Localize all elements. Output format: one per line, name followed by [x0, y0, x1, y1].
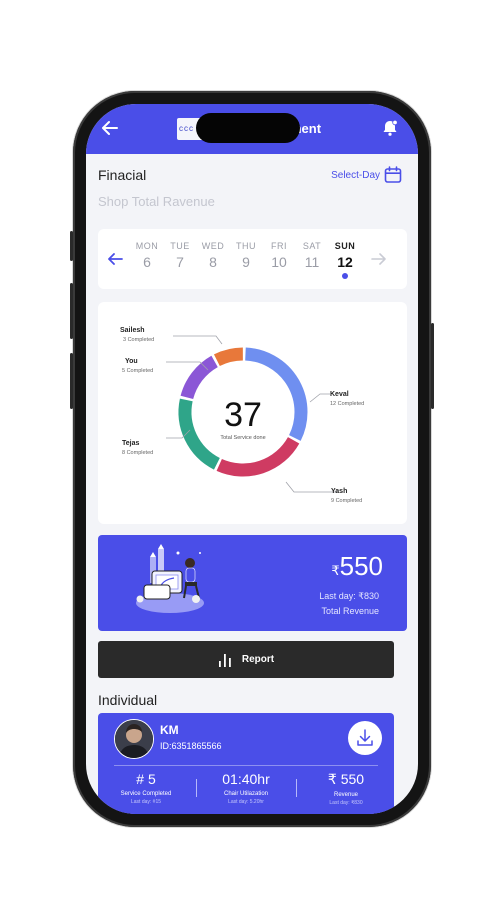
donut-segment-sailesh: [213, 347, 244, 367]
donut-segment-tejas: [178, 398, 221, 470]
individual-heading: Individual: [98, 692, 158, 708]
label-keval-count: 12 Completed: [330, 401, 364, 407]
day-date: 9: [242, 254, 250, 270]
callout-line-sailesh: [173, 335, 223, 345]
app-screen: ccc ment Finacial Select-Day Shop Total …: [86, 104, 418, 814]
total-service-label: Total Service done: [220, 435, 265, 441]
label-keval-name: Keval: [330, 391, 349, 398]
revenue-illustration: [136, 544, 204, 613]
stat-chair-utilization: 01:40hr Chair Utilazation Last day: 5.20…: [198, 771, 294, 805]
total-service-count: 37: [224, 396, 262, 434]
download-icon: [357, 729, 373, 746]
shop-revenue-subtitle: Shop Total Ravenue: [98, 194, 215, 209]
label-you-name: You: [125, 358, 138, 365]
day-mon[interactable]: MON 6: [132, 241, 162, 270]
day-sat[interactable]: SAT 11: [297, 241, 327, 270]
label-sailesh-count: 3 Completed: [123, 337, 154, 343]
stat-value: 01:40hr: [222, 771, 270, 787]
day-date: 12: [337, 254, 353, 270]
prev-week-arrow-icon[interactable]: [106, 251, 124, 267]
stat-sub: Last day: 5.20hr: [228, 799, 264, 805]
next-week-arrow-icon[interactable]: [370, 251, 388, 267]
bar-chart-icon: [218, 653, 231, 667]
day-thu[interactable]: THU 9: [231, 241, 261, 270]
day-wed[interactable]: WED 8: [198, 241, 228, 270]
day-name: FRI: [271, 241, 287, 251]
phone-frame: ccc ment Finacial Select-Day Shop Total …: [70, 91, 434, 827]
stat-sub: Last day: #15: [130, 799, 162, 805]
staff-id: ID:6351865566: [160, 741, 222, 751]
volume-down-button: [70, 353, 73, 409]
stat-value: # 5: [136, 771, 156, 787]
label-you-count: 5 Completed: [122, 368, 153, 374]
label-yash-name: Yash: [331, 488, 347, 495]
avatar: [114, 719, 154, 759]
stat-separator: [296, 779, 297, 797]
label-tejas-count: 8 Completed: [122, 450, 153, 456]
day-date: 8: [209, 254, 217, 270]
week-selector: MON 6 TUE 7 WED 8 THU 9 FRI 10 SAT 11 SU…: [98, 229, 407, 289]
day-name: TUE: [170, 241, 190, 251]
financial-heading: Finacial: [98, 167, 147, 183]
selected-day-dot: [342, 273, 348, 279]
day-date: 6: [143, 254, 151, 270]
label-tejas-name: Tejas: [122, 440, 139, 447]
report-label: Report: [241, 654, 275, 665]
day-name: MON: [135, 241, 159, 251]
dynamic-island: [196, 113, 300, 143]
calendar-icon: [384, 166, 402, 183]
divider: [114, 765, 378, 766]
label-yash-count: 9 Completed: [331, 498, 362, 504]
revenue-label: Total Revenue: [321, 606, 379, 616]
day-name: SAT: [302, 241, 322, 251]
power-button: [431, 323, 434, 409]
volume-up-button: [70, 283, 73, 339]
stat-value: ₹ 550: [327, 771, 365, 787]
services-donut-card: Sailesh 3 Completed You 5 Completed Teja…: [98, 302, 407, 524]
day-name: WED: [201, 241, 225, 251]
callout-line-keval: [309, 393, 330, 403]
back-arrow-icon[interactable]: [100, 118, 120, 138]
next-card-edge: [86, 810, 418, 814]
download-button[interactable]: [348, 721, 382, 755]
day-fri[interactable]: FRI 10: [264, 241, 294, 270]
donut-segment-yash: [216, 436, 300, 477]
day-name: SUN: [334, 241, 356, 251]
staff-name: KM: [160, 723, 179, 737]
bell-icon[interactable]: [381, 119, 399, 137]
silent-switch: [70, 231, 73, 261]
donut-segment-you: [180, 355, 219, 400]
stat-services: # 5 Service Completed Last day: #15: [98, 771, 194, 805]
stat-label: Chair Utilazation: [223, 791, 269, 797]
label-sailesh-name: Sailesh: [120, 327, 145, 334]
stat-separator: [196, 779, 197, 797]
day-date: 7: [176, 254, 184, 270]
day-name: THU: [236, 241, 256, 251]
stat-label: Revenue: [333, 792, 359, 798]
stat-label: Service Completed: [120, 791, 172, 797]
day-date: 11: [304, 254, 320, 270]
day-date: 10: [271, 254, 287, 270]
revenue-amount: ₹550: [331, 551, 383, 581]
day-sun-selected[interactable]: SUN 12: [330, 241, 360, 279]
report-button[interactable]: Report: [98, 641, 394, 678]
revenue-last-day: Last day: ₹830: [319, 591, 379, 601]
select-day-label: Select-Day: [331, 169, 380, 181]
select-day-button[interactable]: Select-Day: [331, 166, 402, 184]
services-donut-chart: Sailesh 3 Completed You 5 Completed Teja…: [120, 327, 364, 504]
total-revenue-card: ₹550 Last day: ₹830 Total Revenue: [98, 535, 407, 631]
individual-card[interactable]: KM ID:6351865566 # 5 Service Completed L…: [98, 713, 394, 814]
stat-revenue: ₹ 550 Revenue Last day: ₹830: [298, 771, 394, 806]
stat-sub: Last day: ₹830: [329, 800, 363, 806]
day-tue[interactable]: TUE 7: [165, 241, 195, 270]
